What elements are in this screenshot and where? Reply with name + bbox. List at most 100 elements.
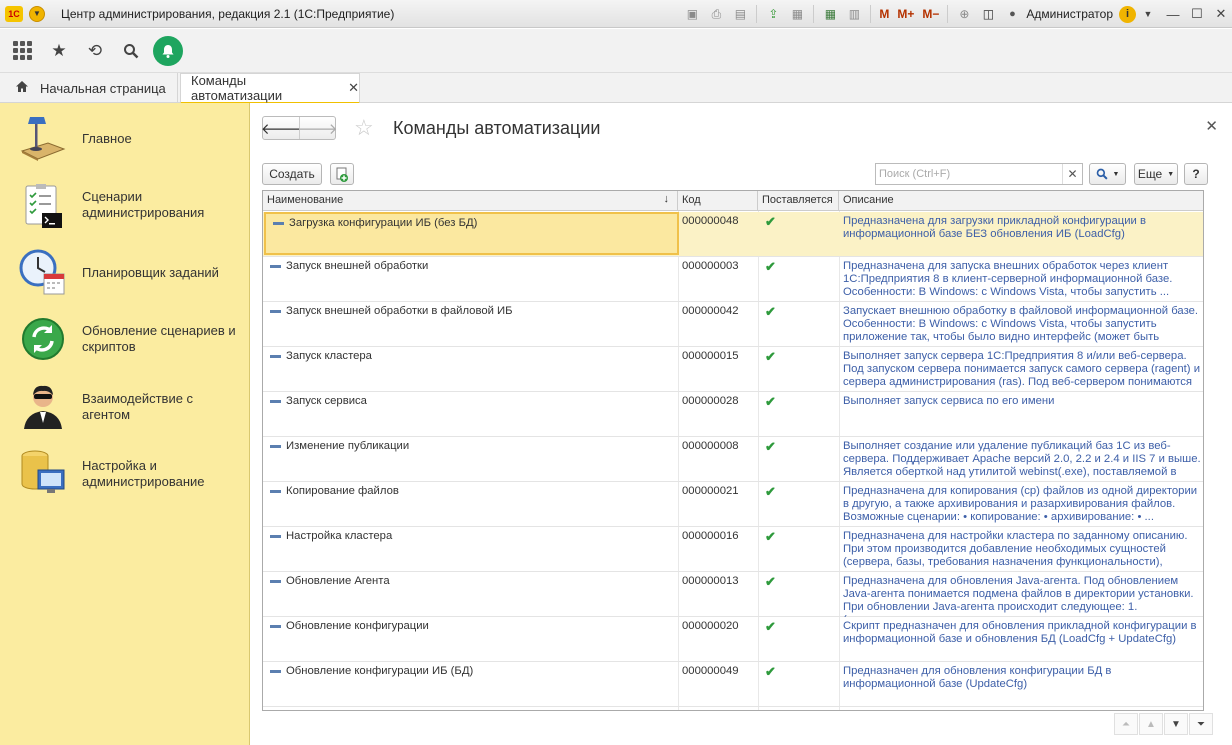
row-name: Настройка кластера <box>286 530 393 542</box>
sidebar-item-admin-scenarios[interactable]: Сценарии администрирования <box>0 183 250 235</box>
tab-close-icon[interactable]: ✕ <box>348 80 359 96</box>
row-description: Предназначена для настройки кластера по … <box>843 530 1188 572</box>
sidebar-item-scheduler[interactable]: Планировщик заданий <box>0 248 250 300</box>
scroll-to-top-button[interactable]: ⏶ <box>1114 713 1138 735</box>
sidebar-item-agent[interactable]: Взаимодействие с агентом <box>0 379 250 431</box>
search-field[interactable]: Поиск (Ctrl+F) ✕ <box>875 163 1083 185</box>
table-row[interactable]: Настройка кластера 000000016 ✔ Предназначен… <box>263 527 1203 572</box>
scroll-to-bottom-button[interactable]: ⏷ <box>1189 713 1213 735</box>
favorites-star-icon[interactable]: ★ <box>41 33 77 69</box>
sidebar-item-label: Обновление сценариев и скриптов <box>82 323 236 354</box>
row-description: Выполняет создание или удаление публикац… <box>843 440 1201 482</box>
sidebar-item-settings[interactable]: Настройка и администрирование <box>0 448 250 500</box>
window-title: Центр администрирования, редакция 2.1 (1… <box>61 6 395 21</box>
row-name: Обновление Агента <box>286 575 390 587</box>
panels-icon[interactable]: ◫ <box>978 4 998 24</box>
sidebar-item-update-scripts[interactable]: Обновление сценариев и скриптов <box>0 313 250 365</box>
catalog-item-icon <box>273 222 284 225</box>
help-button[interactable]: ? <box>1184 163 1208 185</box>
maximize-button[interactable]: ☐ <box>1186 3 1208 25</box>
sidebar-item-main[interactable]: Главное <box>0 113 250 163</box>
supplied-checkmark-icon: ✔ <box>765 619 776 634</box>
search-input[interactable]: Поиск (Ctrl+F) <box>876 168 1062 180</box>
toolbar-divider <box>813 5 815 23</box>
scroll-down-button[interactable]: ▼ <box>1164 713 1188 735</box>
row-code: 000000008 <box>682 440 739 452</box>
minimize-button[interactable]: — <box>1162 3 1184 25</box>
close-form-icon[interactable]: ✕ <box>1205 117 1218 135</box>
chevron-down-icon[interactable]: ▼ <box>1138 4 1158 24</box>
catalog-item-icon <box>270 265 281 268</box>
table-row[interactable]: Копирование файлов 000000021 ✔ Предназначен… <box>263 482 1203 527</box>
navigation-toolbar: ★ ⟲ <box>0 29 1232 73</box>
row-code: 000000015 <box>682 350 739 362</box>
tab-home[interactable]: Начальная страница <box>0 73 178 103</box>
save-icon[interactable]: ▣ <box>682 4 702 24</box>
print-list-icon[interactable]: ▦ <box>787 4 807 24</box>
table-row[interactable]: Запуск внешней обработки в файловой ИБ 00… <box>263 302 1203 347</box>
row-description: Предназначен для обновления конфигурации… <box>843 665 1112 690</box>
table-header: Наименование ↓ Код Поставляется Описание <box>263 191 1203 211</box>
search-button[interactable]: ▼ <box>1089 163 1126 185</box>
table-row[interactable]: Обновление конфигурации 000000020 ✔ Скрипт … <box>263 617 1203 662</box>
clear-search-icon[interactable]: ✕ <box>1062 164 1082 184</box>
memory-minus-button[interactable]: M− <box>922 7 939 21</box>
scroll-up-button[interactable]: ▲ <box>1139 713 1163 735</box>
row-name-cell: Запуск кластера <box>263 347 678 392</box>
row-code: 000000028 <box>682 395 739 407</box>
window-titlebar: 1С ▼ Центр администрирования, редакция 2… <box>0 0 1232 28</box>
notifications-bell-icon[interactable] <box>153 35 183 66</box>
column-header-supplied[interactable]: Поставляется <box>758 191 839 211</box>
print-preview-icon[interactable]: ▤ <box>730 4 750 24</box>
zoom-icon[interactable]: ⊕ <box>954 4 974 24</box>
table-row[interactable]: Запуск внешней обработки 000000003 ✔ Предна… <box>263 257 1203 302</box>
history-nav-group: 🡐 🡒 <box>261 116 338 140</box>
info-icon[interactable]: i <box>1119 5 1136 23</box>
calculator-icon[interactable]: ▦ <box>820 4 840 24</box>
row-name: Запуск сервиса <box>286 395 367 407</box>
row-code: 000000013 <box>682 575 739 587</box>
more-button[interactable]: Еще ▼ <box>1134 163 1178 185</box>
table-row[interactable]: Запуск сервиса 000000028 ✔ Выполняет запуск… <box>263 392 1203 437</box>
search-icon <box>1096 168 1108 180</box>
table-row[interactable]: Запуск кластера 000000015 ✔ Выполняет запус… <box>263 347 1203 392</box>
memory-plus-button[interactable]: M+ <box>897 7 914 21</box>
add-to-favorites-star-icon[interactable]: ☆ <box>354 116 374 140</box>
row-name: Копирование файлов <box>286 485 399 497</box>
sidebar-item-label: Планировщик заданий <box>82 265 219 280</box>
history-icon[interactable]: ⟲ <box>77 33 113 69</box>
catalog-item-icon <box>270 535 281 538</box>
row-description: Предназначена для загрузки прикладной ко… <box>843 215 1146 240</box>
row-name: Запуск внешней обработки в файловой ИБ <box>286 305 513 317</box>
back-button[interactable]: 🡐 <box>261 117 301 139</box>
user-name[interactable]: Администратор <box>1026 7 1113 21</box>
row-description: Предназначена для запуска внешних обрабо… <box>843 260 1173 298</box>
supplied-checkmark-icon: ✔ <box>765 574 776 589</box>
table-row[interactable]: Изменение публикации 000000008 ✔ Выполняет … <box>263 437 1203 482</box>
column-header-code[interactable]: Код <box>678 191 758 211</box>
create-copy-button[interactable] <box>330 163 354 185</box>
row-name: Обновление конфигурации ИБ (БД) <box>286 665 474 677</box>
print-icon[interactable]: ⎙ <box>706 4 726 24</box>
checklist-terminal-icon <box>25 184 62 228</box>
table-row[interactable]: Обновление Агента 000000013 ✔ Предназначена… <box>263 572 1203 617</box>
column-header-description[interactable]: Описание <box>839 191 1203 211</box>
column-header-name[interactable]: Наименование ↓ <box>263 191 678 211</box>
main-menu-button[interactable]: ▼ <box>29 5 45 22</box>
close-window-button[interactable]: ✕ <box>1210 3 1232 25</box>
supplied-checkmark-icon: ✔ <box>765 484 776 499</box>
memory-button[interactable]: M <box>879 7 889 21</box>
sections-sidebar: Главное Сценарии администрирования Плани… <box>0 103 250 745</box>
tab-automation-commands[interactable]: Команды автоматизации ✕ <box>180 73 360 104</box>
home-icon <box>15 80 29 96</box>
apps-grid-icon[interactable] <box>13 41 32 60</box>
search-icon[interactable] <box>113 33 149 69</box>
forward-button[interactable]: 🡒 <box>297 117 338 139</box>
table-row[interactable]: Обновление конфигурации ИБ (БД) 000000049… <box>263 662 1203 707</box>
supplied-checkmark-icon: ✔ <box>765 664 776 679</box>
calendar-icon[interactable]: ▥ <box>844 4 864 24</box>
commands-table[interactable]: Наименование ↓ Код Поставляется Описание… <box>262 190 1204 711</box>
table-row[interactable]: Загрузка конфигурации ИБ (без БД) 0000000… <box>263 212 1203 257</box>
upload-icon[interactable]: ⇪ <box>763 4 783 24</box>
create-button[interactable]: Создать <box>262 163 322 185</box>
